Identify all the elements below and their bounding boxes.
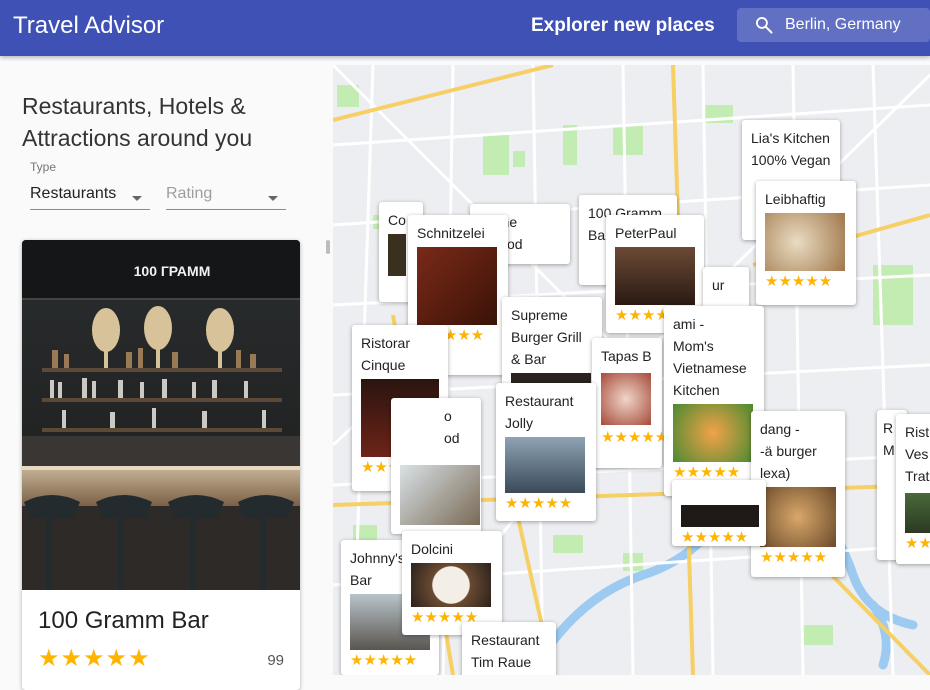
map-pin-label: Restaurant Tim Raue [471,632,540,670]
map-view[interactable]: Co k Fine n Food 100 Gramm Bar Schnitzel… [333,65,930,675]
map-pin-rod[interactable]: o od [391,398,481,534]
pin-photo [673,404,753,462]
map-pin-label: Supreme Burger Grill & Bar [511,307,582,367]
place-card[interactable]: 100 ГРАММ 100 Gramm Bar ★★★★★ 99 [22,240,300,690]
list-scrollbar[interactable] [326,240,330,254]
type-select-label: Type [30,160,57,174]
map-pin-label: Leibhaftig [765,191,826,207]
place-name: 100 Gramm Bar [38,607,209,634]
places-panel: Restaurants, Hotels & Attractions around… [0,56,333,690]
map-pin-label: ur [712,277,725,293]
pin-rating-stars: ★★★★★ [350,652,418,669]
review-count: 99 [267,652,284,669]
panel-heading: Restaurants, Hotels & Attractions around… [22,93,253,151]
pin-photo [400,465,480,525]
map-pin-label: Dolcini [411,541,454,557]
app-bar: Travel Advisor Explorer new places [0,0,930,56]
app-title: Travel Advisor [13,12,165,39]
type-select-value: Restaurants [30,185,117,202]
map-pin-tim-raue[interactable]: Restaurant Tim Raue [462,622,556,675]
map-pin-label: Restaurant Jolly [505,393,574,431]
pin-photo [601,373,651,425]
pin-rating-stars: ★★★★★ [681,529,749,546]
map-pin-leibhaftig[interactable]: Leibhaftig ★★★★★ [756,181,856,305]
map-pin-restaurant-jolly[interactable]: Restaurant Jolly ★★★★★ [496,383,596,521]
map-pin-label: o od [444,408,460,446]
pin-photo [411,563,491,607]
pin-rating-stars: ★★★★★ [905,535,930,552]
map-pin-label: Rist Ves Trat [905,424,930,484]
map-pin-ristorante-right[interactable]: Rist Ves Trat ★★★★★ [896,414,930,564]
pin-photo [615,247,695,305]
map-pin-label: Ristorar Cinque [361,335,411,373]
pin-rating-stars: ★★★★★ [601,429,669,446]
type-select[interactable]: Type Restaurants [30,160,150,210]
search-input[interactable] [785,8,925,42]
map-pin-photo-stack[interactable]: ★★★★★ [672,480,766,546]
pin-rating-stars: ★★★★★ [765,273,833,290]
pin-photo [765,213,845,271]
map-pin-label: Tapas B [601,348,652,364]
pin-photo [905,493,930,533]
pin-rating-stars: ★★★★★ [760,549,828,566]
rating-stars: ★★★★★ [38,645,151,672]
search-box[interactable] [737,8,930,42]
map-pin-vietnamese-kitchen[interactable]: ami - Mom's Vietnamese Kitchen ★★★★★ [664,306,764,496]
place-photo: 100 ГРАММ [22,240,300,590]
map-pin-label: Schnitzelei [417,225,485,241]
pin-photo [417,247,497,325]
pin-photo [388,234,406,276]
map-pin-label: ami - Mom's Vietnamese Kitchen [673,316,747,398]
map-pin-label: dang - -ä burger lexa) [760,421,817,481]
dropdown-arrow-icon [132,196,142,201]
pin-photo [505,437,585,493]
pin-rating-stars: ★★★★★ [505,495,573,512]
map-pin-label: PeterPaul [615,225,677,241]
pin-photo [760,487,836,547]
map-pin-dolcini[interactable]: Dolcini ★★★★★ [402,531,502,635]
sign-text: 100 ГРАММ [134,263,211,279]
rating-select-placeholder: Rating [166,185,213,202]
rating-select[interactable]: Rating [166,160,286,210]
app-subtitle: Explorer new places [531,15,715,36]
pin-photo [681,505,759,527]
dropdown-arrow-icon [268,196,278,201]
map-pin-tapas[interactable]: Tapas B ★★★★★ [592,338,669,468]
place-list[interactable]: 100 ГРАММ 100 Gramm Bar ★★★★★ 99 [22,240,330,690]
map-pin-label: Lia's Kitchen 100% Vegan [751,130,831,168]
search-icon [756,17,773,34]
